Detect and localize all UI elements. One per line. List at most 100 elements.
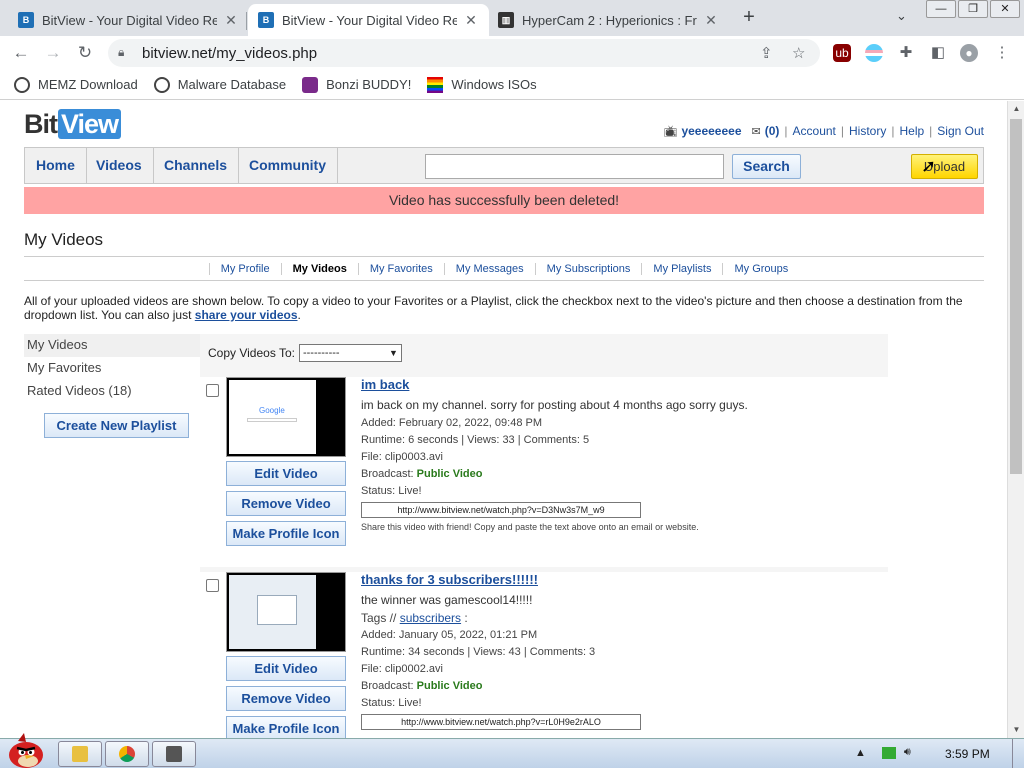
tags-label: Tags // <box>361 611 397 625</box>
system-tray: ▲ 🔊︎ <box>855 746 911 759</box>
side-panel-icon[interactable]: ◧ <box>929 44 947 62</box>
make-profile-icon-button[interactable]: Make Profile Icon <box>226 716 346 738</box>
search-input[interactable] <box>425 154 724 179</box>
video-checkbox[interactable] <box>206 384 219 397</box>
bookmark-star-icon[interactable]: ☆ <box>792 44 805 62</box>
share-your-videos-link[interactable]: share your videos <box>195 308 298 322</box>
bookmark-windows-isos[interactable]: Windows ISOs <box>427 76 537 93</box>
bookmark-memz[interactable]: MEMZ Download <box>14 76 138 93</box>
taskbar-explorer[interactable] <box>58 741 102 767</box>
nav-community[interactable]: Community <box>238 148 338 183</box>
taskbar-hypercam[interactable] <box>152 741 196 767</box>
hypercam-icon: ▥ <box>498 12 514 28</box>
back-icon[interactable]: ← <box>10 42 32 64</box>
video-thumbnail[interactable] <box>226 572 346 652</box>
tag-link[interactable]: subscribers <box>400 611 461 625</box>
search-button[interactable]: Search <box>732 154 801 179</box>
video-share-url[interactable]: http://www.bitview.net/watch.php?v=D3Nw3… <box>361 502 641 518</box>
subnav-my-playlists[interactable]: My Playlists <box>641 262 722 275</box>
video-tags: Tags // subscribers : <box>361 610 881 627</box>
taskbar-chrome[interactable] <box>105 741 149 767</box>
broadcast-label: Broadcast: <box>361 468 414 480</box>
edit-video-button[interactable]: Edit Video <box>226 656 346 681</box>
menu-my-videos[interactable]: My Videos <box>24 334 200 357</box>
address-bar[interactable]: 🔒︎ bitview.net/my_videos.php ⇪ ☆ <box>108 39 820 67</box>
reload-icon[interactable]: ↻ <box>74 42 96 64</box>
restore-icon[interactable]: ❐ <box>958 0 988 18</box>
bitview-logo[interactable]: Bit View <box>24 109 122 140</box>
video-title-link[interactable]: thanks for 3 subscribers!!!!!! <box>361 572 881 590</box>
nav-channels[interactable]: Channels <box>153 148 240 183</box>
extensions-puzzle-icon[interactable]: ✚ <box>897 44 915 62</box>
inbox-count[interactable]: (0) <box>765 124 780 138</box>
show-desktop-button[interactable] <box>1012 739 1024 768</box>
minimize-icon[interactable]: — <box>926 0 956 18</box>
start-angry-bird-icon[interactable] <box>4 731 48 768</box>
account-link[interactable]: Account <box>793 124 836 138</box>
create-new-playlist-button[interactable]: Create New Playlist <box>44 413 189 438</box>
sub-nav: My Profile My Videos My Favorites My Mes… <box>24 256 984 281</box>
close-window-icon[interactable]: ✕ <box>990 0 1020 18</box>
subnav-my-videos[interactable]: My Videos <box>280 262 358 275</box>
remove-video-button[interactable]: Remove Video <box>226 686 346 711</box>
video-title-link[interactable]: im back <box>361 377 881 395</box>
video-checkbox[interactable] <box>206 579 219 592</box>
help-link[interactable]: Help <box>899 124 924 138</box>
video-thumbnail[interactable]: Google <box>226 377 346 457</box>
video-status: Status: Live! <box>361 697 422 709</box>
share-icon[interactable]: ⇪ <box>760 44 773 62</box>
ublock-icon[interactable]: ub <box>833 44 851 62</box>
copy-destination-select[interactable]: ---------- ▼ <box>298 344 402 362</box>
page-scrollbar[interactable]: ▲ ▼ <box>1007 101 1024 738</box>
profile-avatar-icon[interactable]: ● <box>960 44 978 62</box>
close-tab-icon[interactable]: ✕ <box>223 12 239 29</box>
logo-bit: Bit <box>24 109 58 139</box>
bookmark-label: Windows ISOs <box>451 77 537 92</box>
menu-rated-videos[interactable]: Rated Videos (18) <box>24 380 200 403</box>
lock-icon[interactable]: 🔒︎ <box>118 45 124 60</box>
browser-tab-3[interactable]: ▥ HyperCam 2 : Hyperionics : Fre ✕ <box>488 4 729 36</box>
subnav-my-profile[interactable]: My Profile <box>208 262 281 275</box>
forward-icon[interactable]: → <box>42 42 64 64</box>
history-link[interactable]: History <box>849 124 886 138</box>
menu-kebab-icon[interactable]: ⋮ <box>993 44 1011 62</box>
mail-icon[interactable]: ✉ <box>752 125 761 138</box>
video-added: Added: January 05, 2022, 01:21 PM <box>361 629 538 641</box>
subnav-my-subscriptions[interactable]: My Subscriptions <box>534 262 642 275</box>
subnav-my-groups[interactable]: My Groups <box>722 262 799 275</box>
nav-home[interactable]: Home <box>25 148 87 183</box>
volume-icon[interactable]: 🔊︎ <box>904 746 911 759</box>
scroll-down-icon[interactable]: ▼ <box>1008 722 1024 738</box>
make-profile-icon-button[interactable]: Make Profile Icon <box>226 521 346 546</box>
extension-flag-icon[interactable] <box>865 44 883 62</box>
select-value: ---------- <box>302 347 340 359</box>
close-tab-icon[interactable]: ✕ <box>463 12 479 29</box>
scroll-up-icon[interactable]: ▲ <box>1008 101 1024 117</box>
tab-search-icon[interactable]: ⌄ <box>896 8 907 24</box>
edit-video-button[interactable]: Edit Video <box>226 461 346 486</box>
subnav-my-favorites[interactable]: My Favorites <box>357 262 444 275</box>
browser-tab-1[interactable]: B BitView - Your Digital Video Re ✕ <box>8 4 249 36</box>
browser-tab-2[interactable]: B BitView - Your Digital Video Re ✕ <box>248 4 489 36</box>
taskbar-clock[interactable]: 3:59 PM <box>945 747 990 761</box>
sign-out-link[interactable]: Sign Out <box>937 124 984 138</box>
video-share-url[interactable]: http://www.bitview.net/watch.php?v=rL0H9… <box>361 714 641 730</box>
tray-arrow-icon[interactable]: ▲ <box>855 747 866 759</box>
scrollbar-thumb[interactable] <box>1010 119 1022 474</box>
bookmarks-bar: MEMZ Download Malware Database Bonzi BUD… <box>0 70 1024 100</box>
close-tab-icon[interactable]: ✕ <box>703 12 719 29</box>
mouse-cursor-icon: ➚ <box>921 156 937 176</box>
subnav-my-messages[interactable]: My Messages <box>443 262 535 275</box>
video-status: Status: Live! <box>361 485 422 497</box>
success-alert: Video has successfully been deleted! <box>24 187 984 214</box>
menu-my-favorites[interactable]: My Favorites <box>24 357 200 380</box>
bookmark-malware-database[interactable]: Malware Database <box>153 76 286 93</box>
nav-videos[interactable]: Videos <box>85 148 154 183</box>
battery-icon[interactable] <box>881 746 896 759</box>
remove-video-button[interactable]: Remove Video <box>226 491 346 516</box>
new-tab-icon[interactable]: + <box>737 6 761 29</box>
video-added: Added: February 02, 2022, 09:48 PM <box>361 417 543 429</box>
username-link[interactable]: yeeeeeeee <box>681 124 741 138</box>
bookmark-bonzi-buddy[interactable]: Bonzi BUDDY! <box>302 76 411 93</box>
tv-icon: 📺︎ <box>663 125 678 138</box>
